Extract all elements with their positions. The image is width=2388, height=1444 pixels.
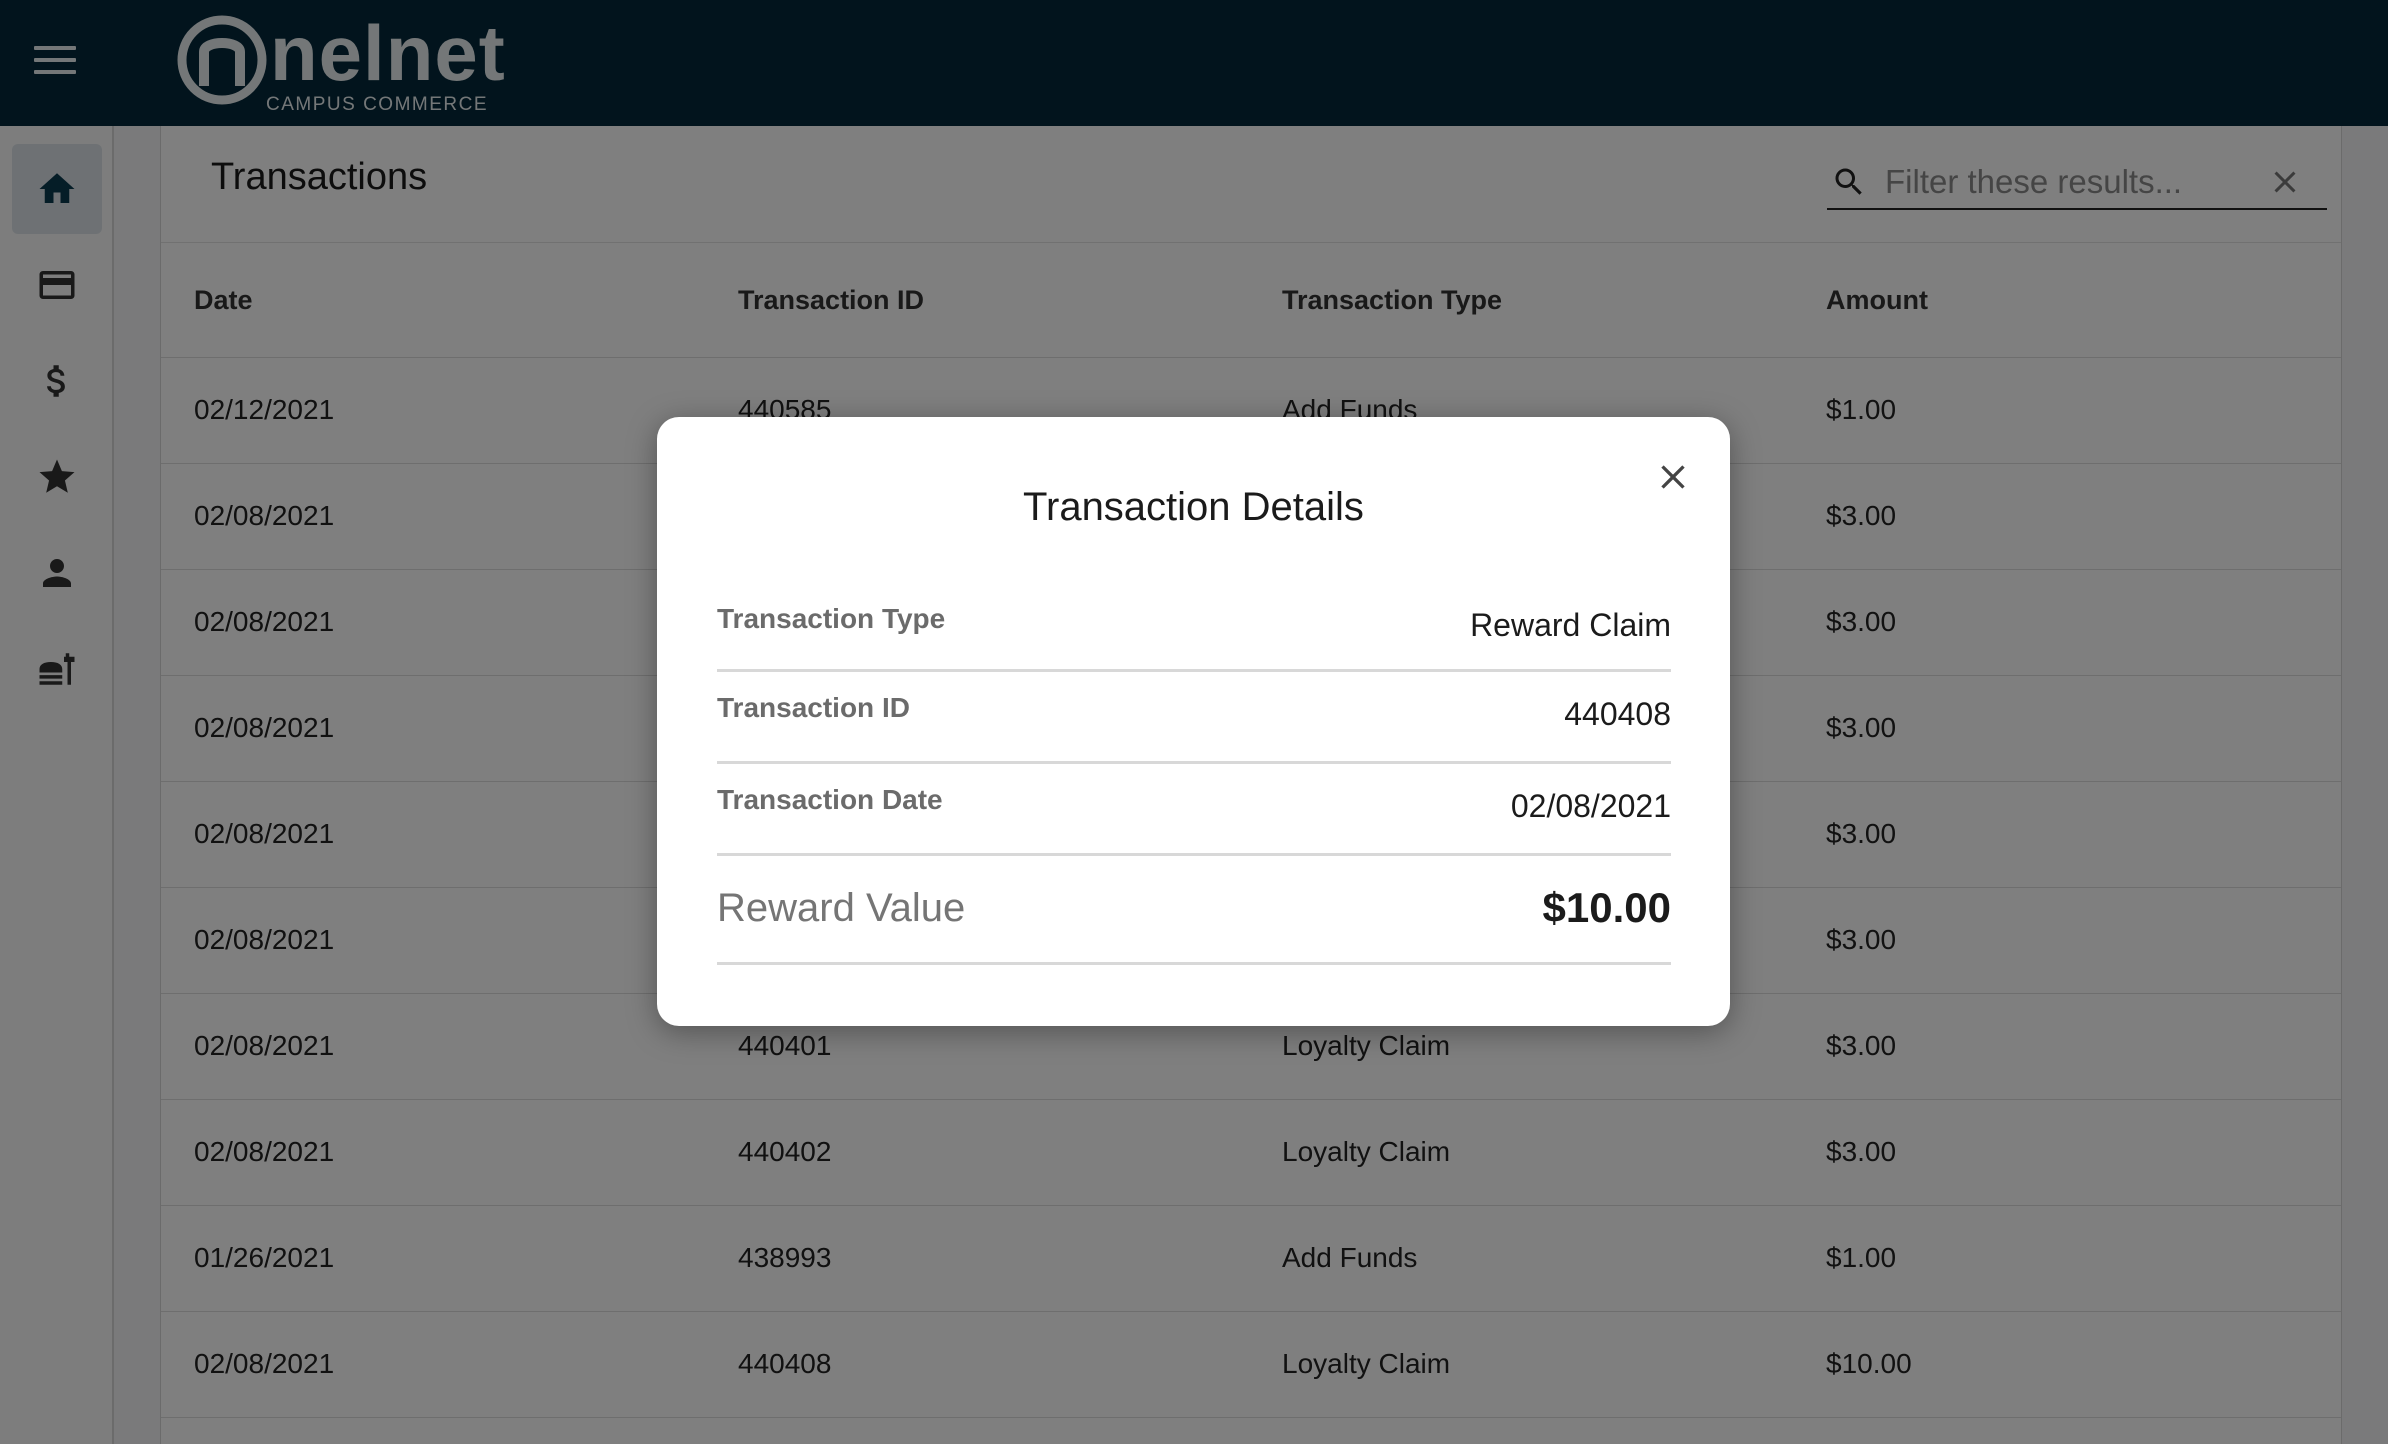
detail-row-reward-value: Reward Value $10.00: [717, 856, 1671, 965]
detail-label: Transaction Date: [717, 784, 943, 815]
detail-label: Transaction ID: [717, 692, 910, 723]
detail-value: 02/08/2021: [1510, 788, 1671, 824]
dialog-title: Transaction Details: [1023, 485, 1364, 529]
detail-label: Transaction Type: [717, 603, 946, 634]
transaction-details-dialog: Transaction Details Transaction Type Rew…: [657, 417, 1730, 1026]
detail-value: Reward Claim: [1470, 607, 1671, 643]
detail-row-transaction-date: Transaction Date 02/08/2021: [717, 764, 1671, 856]
close-icon[interactable]: [1653, 457, 1693, 497]
detail-value: $10.00: [1542, 884, 1671, 931]
detail-row-transaction-id: Transaction ID 440408: [717, 672, 1671, 764]
detail-label: Reward Value: [717, 886, 966, 930]
detail-row-transaction-type: Transaction Type Reward Claim: [717, 577, 1671, 672]
detail-value: 440408: [1564, 696, 1671, 732]
